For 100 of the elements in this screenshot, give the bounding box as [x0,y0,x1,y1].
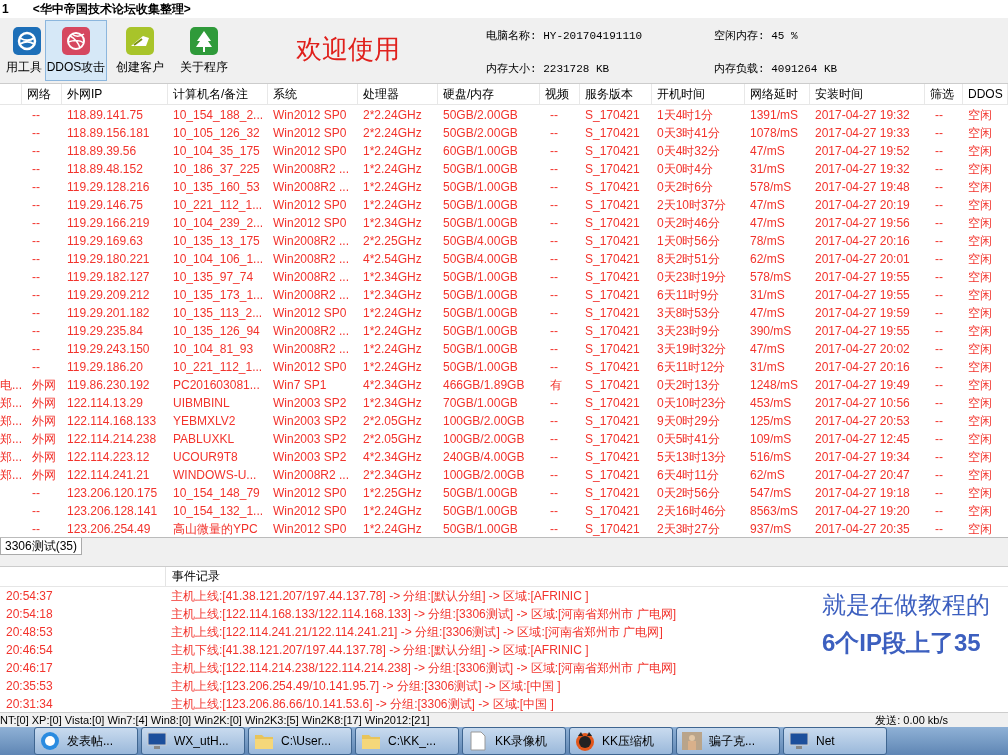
column-header[interactable]: 外网IP [62,84,168,104]
event-time: 20:54:18 [5,607,54,621]
taskbar-button[interactable]: KK录像机 [462,727,566,755]
taskbar-button[interactable]: C:\KK_... [355,727,459,755]
table-cell-text: 1*2.24GHz [362,504,423,518]
table-cell-text: S_170421 [584,252,641,266]
table-cell-text: 3天19时32分 [656,340,728,358]
info-text: 电脑名称: HY-201704191110 [486,29,644,44]
toolbar-button[interactable]: DDOS攻击 [45,20,107,81]
table-cell-text: -- [934,126,944,140]
column-header[interactable]: 事件记录 [165,567,1008,586]
table-cell-text: 122.114.214.238 [66,432,158,446]
taskbar-button[interactable]: 骗子克... [676,727,780,755]
table-cell-text: S_170421 [584,450,641,464]
table-cell-text: 119.29.235.84 [66,324,144,338]
table-cell-text: 空闲 [967,394,993,412]
table-cell-text: 50GB/4.00GB [442,234,519,248]
table-cell-text: Win2008R2 ... [272,342,351,356]
column-header[interactable]: 网络延时 [745,84,810,104]
table-cell-text: 2017-04-27 20:16 [814,234,911,248]
table-cell-text: S_170421 [584,306,641,320]
toolbar-button[interactable]: 关于程序 [173,20,235,81]
info-text: 内存负载: 4091264 KB [714,62,839,77]
table-cell-text: 空闲 [967,178,993,196]
table-cell-text: 47/mS [749,144,786,158]
table-cell-text: -- [549,504,559,518]
table-cell-text: -- [549,450,559,464]
table-cell-text: S_170421 [584,504,641,518]
table-cell-text: 119.29.186.20 [66,360,144,374]
taskbar-button[interactable]: Net [783,727,887,755]
table-cell-text: 10_104_35_175 [172,144,261,158]
table-cell-text: 119.29.146.75 [66,198,144,212]
table-cell-text: Win2003 SP2 [272,414,348,428]
column-header[interactable]: DDOS [963,84,1008,104]
table-cell-text: 2*2.24GHz [362,108,423,122]
table-cell-text: -- [549,414,559,428]
table-cell-text: -- [31,144,41,158]
table-cell-text: -- [934,144,944,158]
window-title: <华中帝国技术论坛收集整理> [32,0,191,18]
table-cell-text: Win2012 SP0 [272,486,348,500]
column-header[interactable]: 安装时间 [810,84,925,104]
taskbar-button[interactable]: KK压缩机 [569,727,673,755]
column-header[interactable]: 处理器 [358,84,438,104]
table-cell: 电... [0,376,22,394]
toolbar-button[interactable]: 用工具 [1,20,43,81]
toolbar-button[interactable]: 创建客户 [109,20,171,81]
table-cell: 郑... [0,448,22,466]
table-cell-text: 6天11时12分 [656,358,727,376]
table-cell-text: 0天4时32分 [656,142,721,160]
table-cell-text: 1*2.34GHz [362,288,423,302]
table-cell-text: 10_104_106_1... [172,252,265,266]
table-cell-text: 119.29.182.127 [66,270,151,284]
column-header[interactable]: 网络 [22,84,62,104]
table-cell-text: -- [31,486,41,500]
taskbar-button[interactable]: C:\User... [248,727,352,755]
table-cell-text: 2017-04-27 19:20 [814,504,911,518]
table-cell: 郑... [0,466,22,484]
column-header[interactable]: 筛选 [925,84,963,104]
table-cell-text: 空闲 [967,232,993,250]
table-cell-text: 516/mS [749,450,793,464]
taskbar-button[interactable]: 发表帖... [34,727,138,755]
table-cell-text: YEBMXLV2 [172,414,237,428]
table-cell-text: 47/mS [749,216,786,230]
table-cell-text: -- [31,522,41,536]
column-header[interactable]: 硬盘/内存 [438,84,540,104]
table-cell-text: S_170421 [584,234,641,248]
table-cell-text: 100GB/2.00GB [442,414,526,428]
table-cell-text: 空闲 [967,106,993,124]
table-cell-text: -- [549,342,559,356]
table-cell-text: S_170421 [584,126,641,140]
event-time: 20:54:37 [5,589,54,603]
table-cell-text: 60GB/1.00GB [442,144,519,158]
table-cell-text: 空闲 [967,322,993,340]
table-cell-text: 空闲 [967,214,993,232]
column-header[interactable]: 视频 [540,84,580,104]
table-cell-text: S_170421 [584,432,641,446]
table-cell-text: -- [934,252,944,266]
table-cell-text: 2017-04-27 20:47 [814,468,911,482]
column-header[interactable]: 计算机名/备注 [168,84,268,104]
table-cell-text: 119.29.243.150 [66,342,151,356]
table-cell-text: 50GB/1.00GB [442,504,519,518]
table-cell-text: Win2008R2 ... [272,270,351,284]
table-cell: 郑... [0,412,22,430]
column-header[interactable]: 服务版本 [580,84,652,104]
group-tab[interactable]: 3306测试(35) [0,538,83,555]
table-cell-text: -- [549,144,559,158]
table-cell-text: S_170421 [584,162,641,176]
table-cell-text: -- [549,306,559,320]
table-cell-text: 119.29.169.63 [66,234,144,248]
table-cell-text: 2017-04-27 19:32 [814,162,911,176]
table-cell-text: -- [31,216,41,230]
table-cell-text: 10_135_97_74 [172,270,255,284]
column-header[interactable]: 开机时间 [652,84,745,104]
table-cell-text: 10_105_126_32 [172,126,261,140]
taskbar-button[interactable]: WX_utH... [141,727,245,755]
table-cell-text: 4*2.34GHz [362,378,423,392]
table-cell-text: 4*2.54GHz [362,252,423,266]
table-cell-text: -- [31,270,41,284]
column-header[interactable]: 系统 [268,84,358,104]
table-cell-text: 空闲 [967,430,993,448]
